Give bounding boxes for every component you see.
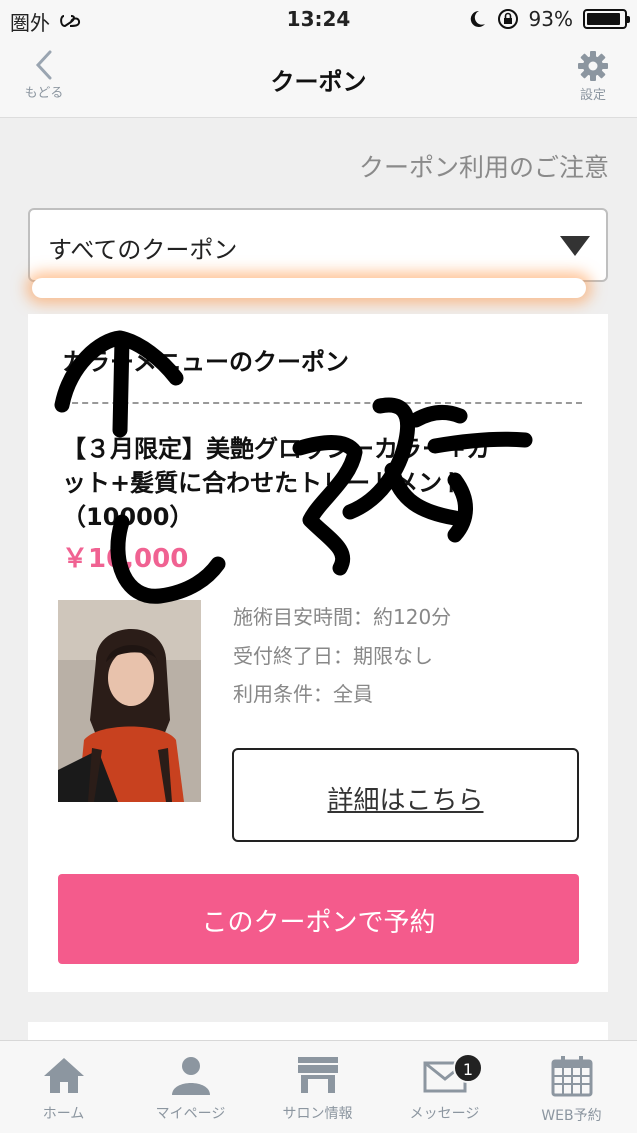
coupon-title-line: （10000） — [62, 503, 194, 531]
reserve-button-label: このクーポンで予約 — [201, 908, 436, 938]
tab-label: マイページ — [155, 1106, 226, 1122]
coupon-price: ￥10,000 — [62, 544, 189, 574]
highlight-marker — [32, 278, 586, 298]
nav-bar: もどる クーポン 設定 — [0, 40, 637, 118]
tab-label: サロン情報 — [282, 1106, 353, 1122]
triangle-down-icon — [560, 236, 590, 256]
battery-level — [587, 13, 621, 25]
coupon-filter-select[interactable]: すべてのクーポン — [28, 208, 608, 282]
calendar-icon — [551, 1056, 592, 1097]
coupon-title: 【３月限定】美艶グロッシーカラー+カ ット+髪質に合わせたトリートメント （10… — [62, 432, 582, 534]
rotation-lock-icon — [497, 9, 518, 29]
page-title: クーポン — [270, 68, 367, 96]
tab-message[interactable]: 1 メッセージ — [381, 1051, 508, 1131]
dashed-divider — [62, 402, 582, 404]
battery-icon — [583, 9, 630, 29]
tab-label: ホーム — [42, 1106, 85, 1122]
home-icon — [43, 1058, 84, 1093]
tab-web-reservation[interactable]: WEB予約 — [508, 1051, 635, 1131]
detail-deadline: 受付終了日：期限なし — [233, 643, 433, 668]
coupon-photo — [58, 600, 201, 802]
coupon-category: カラーメニューのクーポン — [62, 348, 350, 376]
coupon-card: カラーメニューのクーポン 【３月限定】美艶グロッシーカラー+カ ット+髪質に合わ… — [28, 314, 608, 992]
status-bar: 圏外 13:24 93% — [0, 0, 637, 40]
gear-icon — [578, 51, 608, 81]
tab-label: WEB予約 — [541, 1108, 602, 1124]
coupon-title-line: 【３月限定】美艶グロッシーカラー+カ — [62, 435, 491, 463]
detail-condition: 利用条件：全員 — [233, 682, 373, 706]
battery-percent: 93% — [528, 7, 573, 31]
coupon-title-line: ット+髪質に合わせたトリートメント — [62, 469, 467, 497]
coupon-notice-link[interactable]: クーポン利用のご注意 — [359, 148, 609, 184]
settings-label: 設定 — [579, 88, 606, 103]
person-icon — [171, 1057, 210, 1095]
detail-button-label: 詳細はこちら — [327, 786, 484, 816]
tab-label: メッセージ — [409, 1106, 480, 1122]
tab-home[interactable]: ホーム — [0, 1051, 127, 1131]
moon-icon — [470, 10, 485, 27]
message-count-badge: 1 — [453, 1053, 483, 1083]
tab-bar: ホーム マイページ サロン情報 1 メッセージ WEB予約 — [0, 1040, 637, 1133]
shop-icon — [297, 1057, 338, 1093]
tab-salon-info[interactable]: サロン情報 — [254, 1051, 381, 1131]
settings-button[interactable]: 設定 — [565, 48, 621, 114]
detail-duration: 施術目安時間：約120分 — [233, 605, 452, 629]
tab-mypage[interactable]: マイページ — [127, 1051, 254, 1131]
reserve-coupon-button[interactable]: このクーポンで予約 — [58, 874, 579, 964]
coupon-details: 施術目安時間：約120分 受付終了日：期限なし 利用条件：全員 — [233, 598, 451, 714]
detail-button[interactable]: 詳細はこちら — [232, 748, 579, 842]
coupon-filter-value: すべてのクーポン — [48, 236, 238, 264]
